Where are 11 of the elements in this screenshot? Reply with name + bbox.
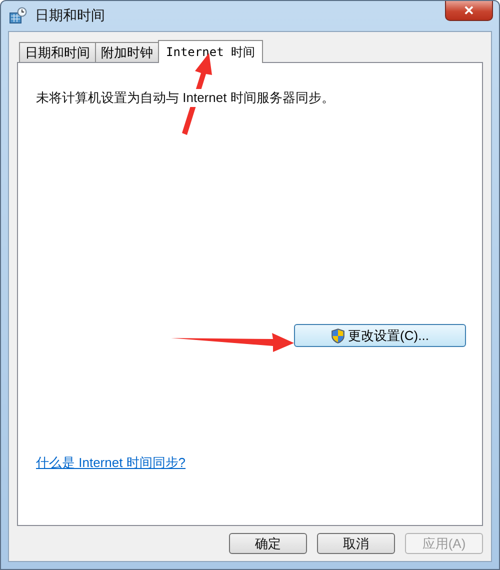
tab[interactable]: 附加时钟 xyxy=(95,42,159,62)
close-button[interactable]: ✕ xyxy=(445,1,493,21)
help-link[interactable]: 什么是 Internet 时间同步? xyxy=(36,454,186,472)
dialog-button[interactable]: 确定 xyxy=(229,533,307,554)
shield-icon xyxy=(331,328,346,344)
dialog-button[interactable]: 取消 xyxy=(317,533,395,554)
change-settings-button[interactable]: 更改设置(C)... xyxy=(294,324,466,347)
window-title: 日期和时间 xyxy=(35,7,105,25)
tab[interactable]: 日期和时间 xyxy=(19,42,96,62)
tab[interactable]: Internet 时间 xyxy=(158,40,264,63)
calendar-clock-icon xyxy=(9,7,27,25)
